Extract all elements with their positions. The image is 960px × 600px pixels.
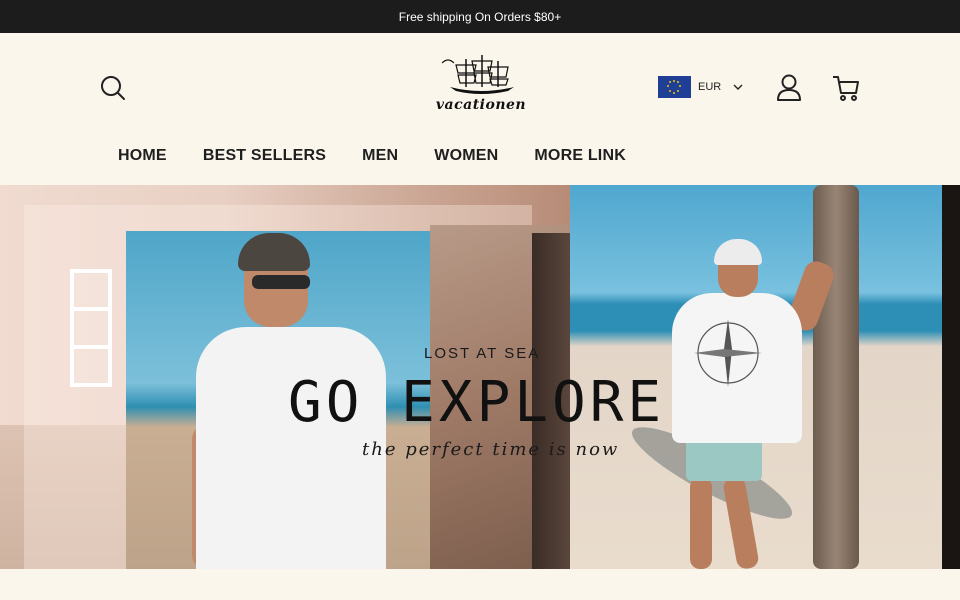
- chevron-down-icon: [733, 84, 743, 90]
- user-icon: [777, 74, 801, 101]
- hero-copy: LOST AT SEA GO EXPLORE the perfect time …: [0, 185, 960, 569]
- eu-flag-icon: [658, 76, 691, 98]
- search-button[interactable]: [98, 73, 128, 103]
- announcement-bar: Free shipping On Orders $80+: [0, 0, 960, 33]
- hero-banner[interactable]: LOST AT SEA GO EXPLORE the perfect time …: [0, 185, 960, 569]
- nav-item-men[interactable]: MEN: [362, 147, 398, 165]
- main-nav: HOME BEST SELLERS MEN WOMEN MORE LINK: [118, 147, 626, 165]
- nav-item-women[interactable]: WOMEN: [434, 147, 498, 165]
- cart-icon: [833, 76, 859, 101]
- nav-item-more-link[interactable]: MORE LINK: [534, 147, 626, 165]
- account-button[interactable]: [775, 73, 803, 103]
- search-icon: [101, 76, 125, 100]
- cart-button[interactable]: [831, 73, 861, 103]
- hero-eyebrow: LOST AT SEA: [424, 345, 541, 362]
- currency-selector[interactable]: EUR: [658, 76, 743, 98]
- below-fold: [0, 569, 960, 600]
- announcement-text: Free shipping On Orders $80+: [398, 9, 562, 24]
- ship-logo-icon: [441, 55, 514, 94]
- site-header: vacationen EUR HOME BEST SELLERS MEN WOM…: [0, 33, 960, 185]
- nav-item-home[interactable]: HOME: [118, 147, 167, 165]
- nav-item-best-sellers[interactable]: BEST SELLERS: [203, 147, 326, 165]
- hero-title: GO EXPLORE: [288, 370, 666, 435]
- currency-code: EUR: [698, 81, 722, 93]
- logo-wordmark: vacationen: [435, 97, 527, 113]
- hero-subtitle: the perfect time is now: [362, 439, 620, 460]
- site-logo[interactable]: vacationen: [428, 53, 534, 113]
